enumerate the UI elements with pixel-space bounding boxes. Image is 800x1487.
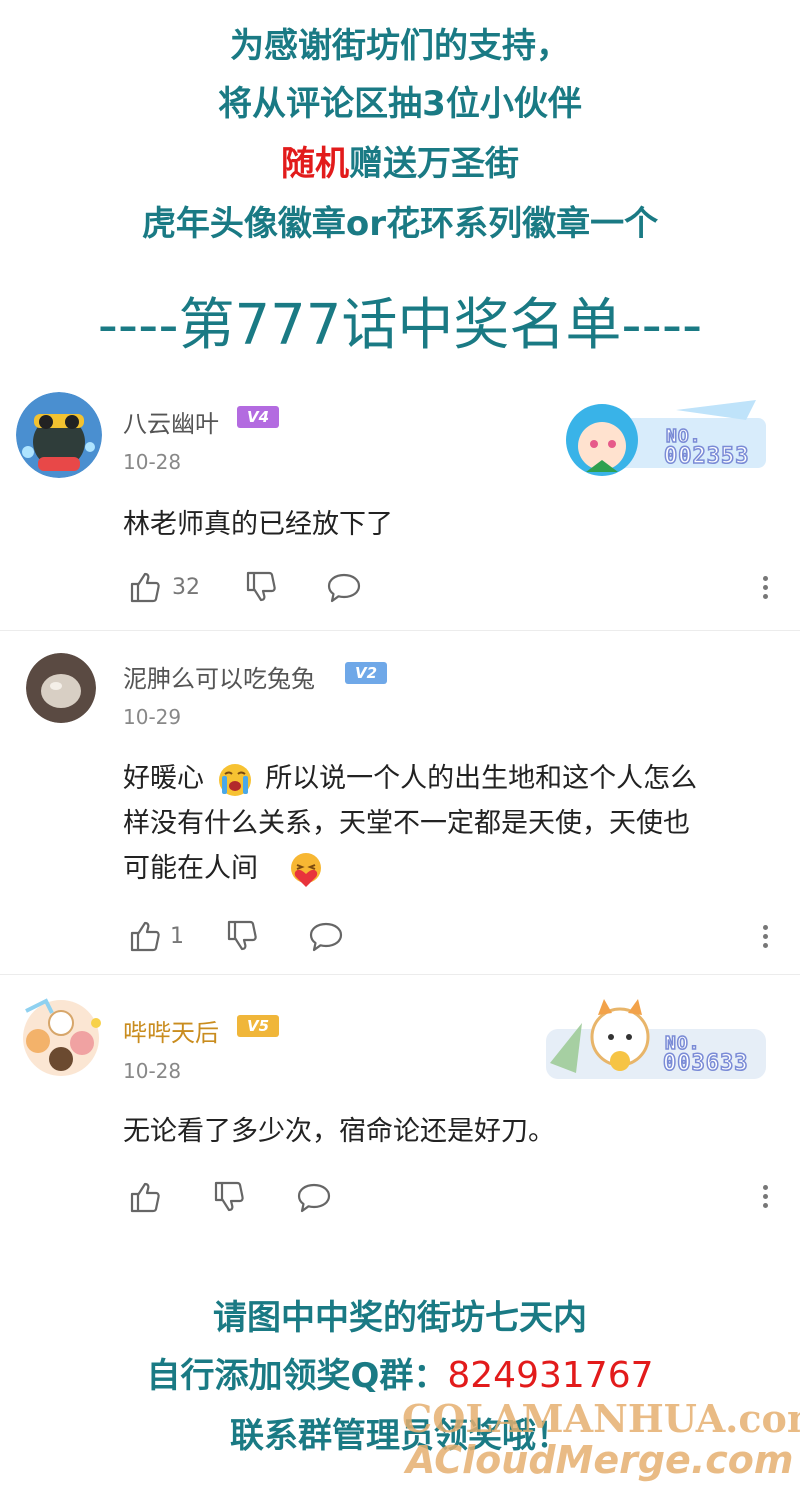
avatar[interactable]	[16, 392, 102, 478]
more-vertical-icon[interactable]	[762, 1185, 770, 1212]
comment-bubble-icon[interactable]	[296, 1182, 332, 1218]
comment-item-3: 哔哔天后 V5 10-28 无论看了多少次，宿命论还是好刀。 NO. 00363…	[0, 975, 800, 1235]
avatar[interactable]	[16, 993, 106, 1083]
thumb-down-icon[interactable]	[225, 919, 259, 957]
comment-text: 林老师真的已经放下了	[123, 509, 393, 540]
header-line-2: 将从评论区抽3位小伙伴	[218, 84, 582, 124]
comment-text-part: 可能在人间	[123, 853, 258, 884]
more-vertical-icon[interactable]	[762, 576, 770, 603]
more-vertical-icon[interactable]	[762, 925, 770, 952]
comment-bubble-icon[interactable]	[326, 572, 362, 608]
fan-badge-number: 003633	[662, 1051, 749, 1076]
avatar[interactable]	[26, 653, 96, 723]
crying-emoji-icon	[217, 762, 253, 798]
watermark-colamanhua: COLAMANHUA.com	[402, 1396, 800, 1441]
thumb-down-icon[interactable]	[244, 570, 278, 608]
comment-text: 无论看了多少次，宿命论还是好刀。	[123, 1116, 555, 1147]
header-line-1: 为感谢街坊们的支持，	[230, 26, 570, 66]
like-count: 1	[170, 924, 184, 949]
level-badge: V5	[237, 1015, 279, 1037]
heart-hug-emoji-icon	[287, 851, 325, 889]
comment-bubble-icon[interactable]	[308, 921, 344, 957]
thumb-up-icon[interactable]	[128, 570, 162, 608]
footer-line-2: 自行添加领奖Q群：824931767	[0, 1348, 800, 1397]
header-line-4: 虎年头像徽章or花环系列徽章一个	[141, 204, 659, 244]
comment-date: 10-28	[123, 450, 182, 474]
comment-item-2: 泥胂么可以吃兔兔 V2 10-29 好暖心 所以说一个人的出生地和这个人怎么 样…	[0, 631, 800, 971]
comment-text-part: 好暖心	[123, 763, 204, 794]
comment-item-1: 八云幽叶 V4 10-28 林老师真的已经放下了 NO. 002353 32	[0, 370, 800, 628]
watermark-acloudmerge: ACloudMerge.com	[406, 1438, 794, 1482]
thumb-down-icon[interactable]	[212, 1180, 246, 1218]
username[interactable]: 八云幽叶	[123, 404, 219, 439]
header-line-3-rest: 赠送万圣街	[349, 144, 519, 184]
header-line-3: 随机赠送万圣街	[0, 136, 800, 185]
thumb-up-icon[interactable]	[128, 1180, 162, 1218]
comment-text: 好暖心 所以说一个人的出生地和这个人怎么 样没有什么关系，天堂不一定都是天使，天…	[123, 756, 773, 891]
comment-text-line: 样没有什么关系，天堂不一定都是天使，天使也	[123, 808, 690, 839]
qq-group-number: 824931767	[447, 1355, 654, 1396]
username[interactable]: 泥胂么可以吃兔兔	[123, 659, 315, 694]
footer-line-1: 请图中中奖的街坊七天内	[213, 1298, 587, 1338]
level-badge: V4	[237, 406, 279, 428]
level-badge: V2	[345, 662, 387, 684]
comment-date: 10-29	[123, 705, 182, 729]
thumb-up-icon[interactable]	[128, 919, 162, 957]
username[interactable]: 哔哔天后	[123, 1013, 219, 1048]
header-line-3-highlight: 随机	[281, 144, 349, 184]
footer-qq-prefix: 自行添加领奖Q群：	[146, 1356, 448, 1396]
fan-badge-number: 002353	[663, 444, 750, 469]
winner-list-title: ----第777话中奖名单----	[97, 293, 703, 358]
like-count: 32	[172, 575, 200, 600]
comment-text-part: 所以说一个人的出生地和这个人怎么	[265, 763, 698, 794]
comment-date: 10-28	[123, 1059, 182, 1083]
